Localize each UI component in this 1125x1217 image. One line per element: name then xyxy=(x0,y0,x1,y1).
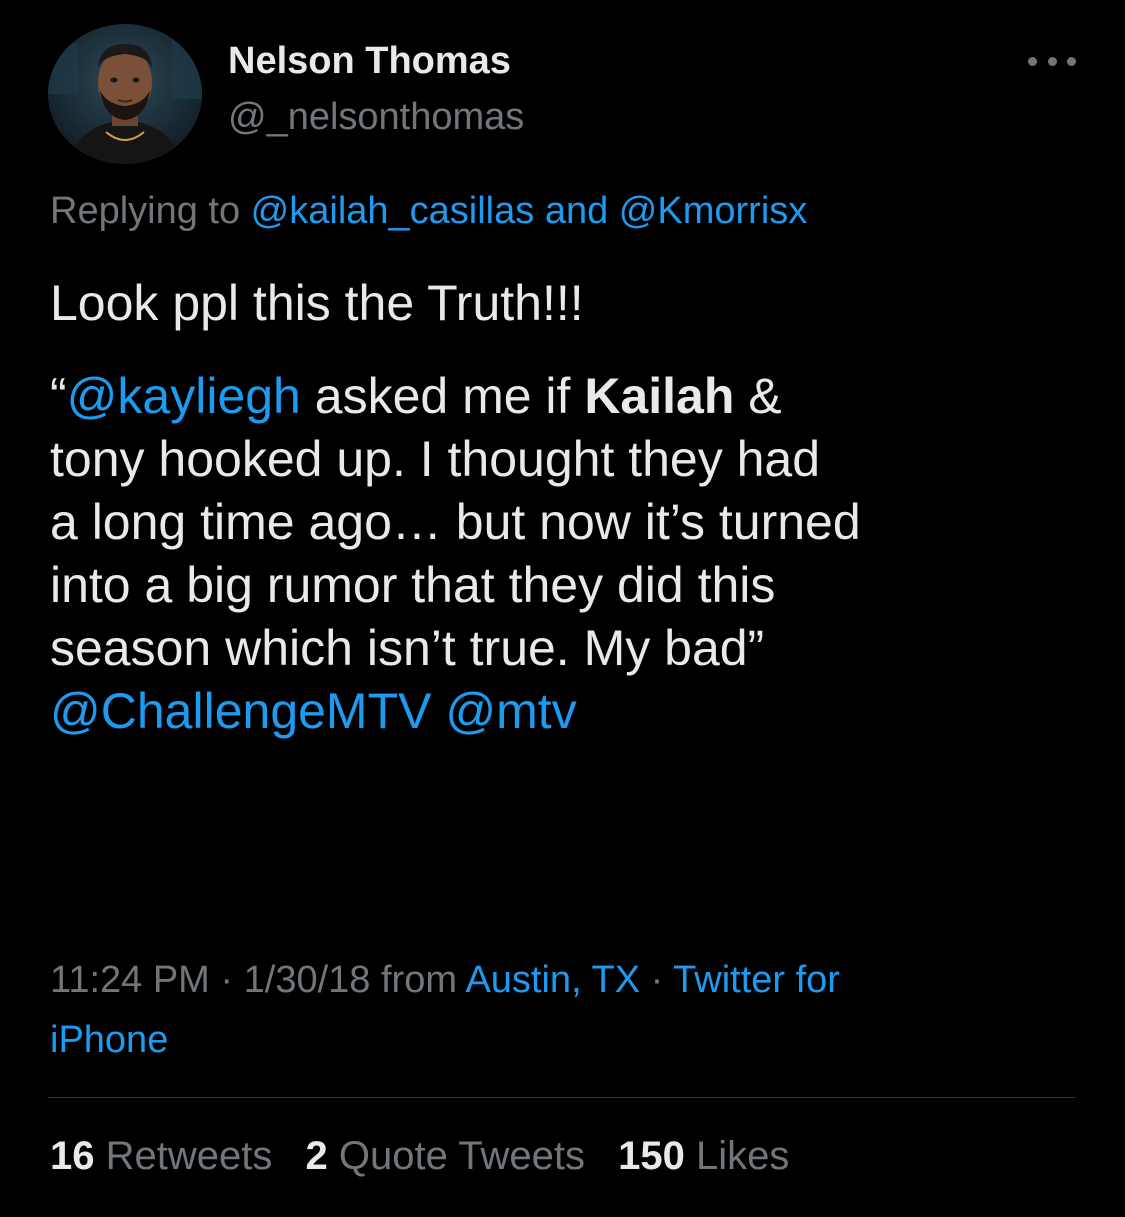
more-options-icon xyxy=(1028,56,1037,66)
replying-to: Replying to @kailah_casillas and @Kmorri… xyxy=(50,190,807,233)
replying-to-prefix: Replying to xyxy=(50,190,251,232)
display-name[interactable]: Nelson Thomas xyxy=(228,40,511,83)
divider xyxy=(48,1097,1076,1098)
quote-tweets-count: 2 xyxy=(305,1134,328,1178)
tweet-text-line: season which isn’t true. My bad” xyxy=(50,620,765,676)
tweet-text-line: into a big rumor that they did this xyxy=(50,557,776,613)
reply-conjunction: and xyxy=(534,190,619,232)
tweet-text-line: tony hooked up. I thought they had xyxy=(50,431,821,487)
tweet-time[interactable]: 11:24 PM xyxy=(50,959,210,1001)
avatar[interactable] xyxy=(48,24,202,164)
tweet-text-line: “@kayliegh asked me if Kailah & xyxy=(50,365,1090,428)
tweet-source-line1[interactable]: Twitter for xyxy=(673,959,840,1001)
mention-mtv[interactable]: @mtv xyxy=(445,683,576,739)
tweet-location[interactable]: Austin, TX xyxy=(465,959,640,1001)
tweet-text-bold: Kailah xyxy=(584,368,735,424)
tweet-body: Look ppl this the Truth!!! “@kayliegh as… xyxy=(50,272,1090,743)
reply-mention-kailah[interactable]: @kailah_casillas xyxy=(251,190,535,232)
more-options-button[interactable] xyxy=(1028,46,1076,76)
tweet-source-line2[interactable]: iPhone xyxy=(50,1019,168,1061)
more-options-icon-dot xyxy=(1047,56,1057,66)
tweet-mentions-line: @ChallengeMTV @mtv xyxy=(50,680,1090,743)
tweet-text-line: Look ppl this the Truth!!! xyxy=(50,275,584,331)
meta-from: from xyxy=(370,959,466,1001)
tweet-text-fragment: & xyxy=(734,368,782,424)
tweet-stats: 16 Retweets 2 Quote Tweets 150 Likes xyxy=(50,1134,811,1179)
mention-kayliegh[interactable]: @kayliegh xyxy=(67,368,301,424)
meta-separator: · xyxy=(209,959,244,1001)
retweets-count: 16 xyxy=(50,1134,95,1178)
likes-count: 150 xyxy=(618,1134,685,1178)
tweet-text-fragment: asked me if xyxy=(300,368,585,424)
retweets-label: Retweets xyxy=(105,1134,273,1178)
mention-challengemtv[interactable]: @ChallengeMTV xyxy=(50,683,431,739)
meta-separator: · xyxy=(640,959,674,1001)
tweet-date[interactable]: 1/30/18 xyxy=(244,959,371,1001)
more-options-icon-dot xyxy=(1067,56,1076,66)
quote-tweets-stat[interactable]: 2 Quote Tweets xyxy=(306,1134,585,1178)
profile-photo-icon xyxy=(48,24,202,164)
retweets-stat[interactable]: 16 Retweets xyxy=(50,1134,272,1178)
tweet-text-line: a long time ago… but now it’s turned xyxy=(50,494,861,550)
likes-label: Likes xyxy=(695,1134,790,1178)
tweet: Nelson Thomas @_nelsonthomas Replying to… xyxy=(0,0,1125,1217)
quote-tweets-label: Quote Tweets xyxy=(338,1134,585,1178)
reply-mention-kmorrisx[interactable]: @Kmorrisx xyxy=(619,190,807,232)
tweet-meta: 11:24 PM · 1/30/18 from Austin, TX · Twi… xyxy=(50,950,1080,1070)
quote-open: “ xyxy=(50,368,67,424)
user-handle[interactable]: @_nelsonthomas xyxy=(228,96,524,139)
likes-stat[interactable]: 150 Likes xyxy=(618,1134,789,1178)
